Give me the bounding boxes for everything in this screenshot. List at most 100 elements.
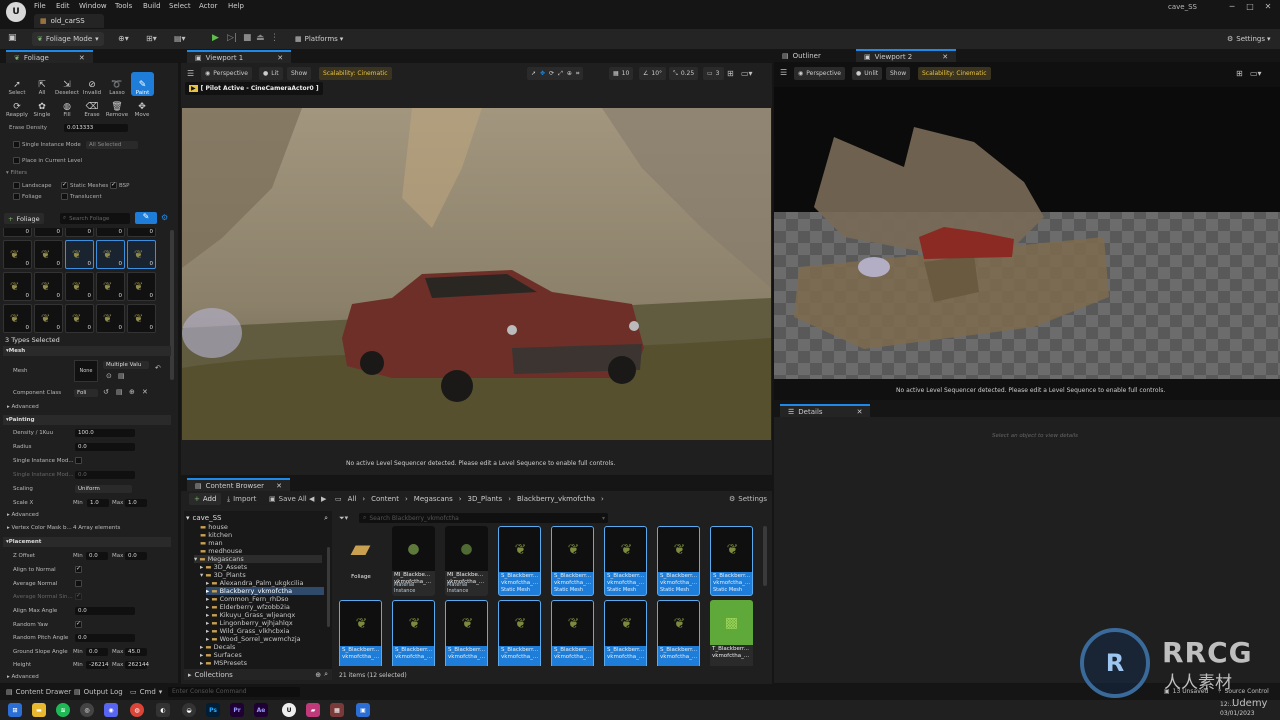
folder-icon[interactable]: ▤ [116, 388, 123, 396]
tree-folder[interactable]: ▸ ▬ Lingonberry_wjhjahlqx [206, 619, 293, 627]
tree-folder[interactable]: ▸ ▬ Alexandra_Palm_ukgkcilia [206, 579, 303, 587]
breadcrumb-3d-plants[interactable]: 3D_Plants [468, 495, 503, 503]
erase-density-input[interactable]: 0.013333 [64, 124, 128, 132]
foliage-tile-selected[interactable]: ❦ 0 [65, 240, 94, 269]
asset-tile-selected[interactable]: ❦ S_Blackberr... vkmofctha_... [551, 600, 594, 666]
perspective-button-2[interactable]: ◉ Perspective [794, 67, 845, 80]
tree-folder[interactable]: ▸ ▬ Common_Fern_rhDso [206, 595, 288, 603]
tree-folder[interactable]: ▬ man [200, 539, 223, 547]
viewport-2-scene[interactable] [774, 87, 1280, 379]
collections-header[interactable]: ▸ Collections ⊕ ⌕ [184, 669, 332, 680]
gear-icon[interactable]: ⚙ [161, 213, 168, 222]
close-tab-icon[interactable]: ✕ [942, 53, 948, 61]
translucent-checkbox[interactable] [61, 193, 68, 200]
foliage-tile[interactable]: ❦ 0 [3, 304, 32, 333]
show-button[interactable]: Show [287, 67, 312, 80]
cmd-dropdown[interactable]: ▭ Cmd ▾ [130, 688, 162, 696]
scale-icon[interactable]: ⤢ [558, 70, 563, 78]
asset-scrollbar[interactable] [763, 526, 767, 586]
foliage-tile[interactable]: ❦ 0 [96, 272, 125, 301]
search-icon[interactable]: ⌕ [324, 514, 328, 523]
tree-folder[interactable]: ▸ ▬ MSPresets [200, 659, 247, 667]
scale-x-max-input[interactable]: 1.0 [125, 499, 147, 507]
tree-folder[interactable]: ▾ ▬ Megascans [194, 555, 322, 563]
tree-folder[interactable]: ▸ ▬ Wild_Grass_vlkhcbxia [206, 627, 289, 635]
close-icon[interactable]: ✕ [1261, 2, 1275, 12]
asset-tile-selected[interactable]: ❦ S_Blackberr... vkmofctha_... [339, 600, 382, 666]
menu-actor[interactable]: Actor [199, 2, 217, 10]
history-back-icon[interactable]: ◀ [309, 495, 314, 503]
z-offset-min-input[interactable]: 0.0 [86, 552, 108, 560]
add-actor-icon[interactable]: ⊕▾ [118, 34, 129, 43]
viewport-1-tab[interactable]: ▣ Viewport 1 ✕ [187, 50, 292, 63]
foliage-tile-selected[interactable]: ❦ 0 [127, 240, 156, 269]
viewport-1[interactable]: ▣ Viewport 1 ✕ ☰ ◉ Perspective ● Lit Show … [181, 50, 772, 475]
tool-move[interactable]: ✥ Move [131, 96, 153, 118]
advanced-section-3[interactable]: ▸ Advanced [7, 674, 39, 680]
next-frame-icon[interactable]: ▷| [227, 33, 237, 43]
save-icon[interactable]: ▣ [8, 33, 17, 43]
spotify-icon[interactable]: ≋ [56, 703, 70, 717]
scale-snap[interactable]: ⤡ 0.25 [669, 67, 699, 80]
foliage-tile[interactable]: ❦ 0 [65, 304, 94, 333]
foliage-tile[interactable]: 0 [34, 228, 63, 237]
average-normal-checkbox[interactable] [75, 580, 82, 587]
file-explorer-icon[interactable]: ▬ [32, 703, 46, 717]
asset-tile-selected[interactable]: ❦ S_Blackberr... vkmofctha_... [604, 600, 647, 666]
foliage-tile[interactable]: 0 [65, 228, 94, 237]
ground-slope-min-input[interactable]: 0.0 [86, 648, 108, 656]
tool-reapply[interactable]: ⟳ Reapply [6, 96, 28, 118]
menu-window[interactable]: Window [79, 2, 107, 10]
app-icon[interactable]: ◎ [80, 703, 94, 717]
play-icon[interactable]: ▶ [212, 33, 219, 43]
asset-tile-selected[interactable]: ❦ S_Blackberr... vkmofctha_... Static Mesh [657, 526, 700, 596]
advanced-section[interactable]: ▸ Advanced [7, 404, 39, 410]
static-meshes-checkbox[interactable] [61, 181, 68, 189]
asset-tile-selected[interactable]: ❦ S_Blackberr... vkmofctha_... [392, 600, 435, 666]
tool-all[interactable]: ⇱ All [31, 74, 53, 96]
close-tab-icon[interactable]: ✕ [79, 54, 85, 62]
reset-icon[interactable]: ↶ [155, 364, 161, 372]
tree-folder[interactable]: ▬ medhouse [200, 547, 242, 555]
foliage-tile[interactable]: ❦ 0 [34, 304, 63, 333]
blueprint-icon[interactable]: ⊞▾ [146, 34, 157, 43]
align-max-angle-input[interactable]: 0.0 [75, 607, 135, 615]
tool-paint[interactable]: ✎ Paint [131, 72, 154, 96]
photoshop-icon[interactable]: Ps [206, 703, 220, 717]
viewport-1-scene[interactable] [182, 108, 771, 440]
bsp-checkbox[interactable] [110, 181, 117, 189]
after-effects-icon[interactable]: Ae [254, 703, 268, 717]
foliage-filter-checkbox[interactable] [13, 193, 20, 200]
place-in-level-checkbox[interactable] [13, 157, 20, 164]
menu-build[interactable]: Build [143, 2, 161, 10]
folder-icon[interactable]: ▤ [118, 372, 125, 380]
asset-tile-selected[interactable]: ❦ S_Blackberr... vkmofctha_... [498, 600, 541, 666]
foliage-tile[interactable]: ❦ 0 [34, 272, 63, 301]
tool-fill[interactable]: ◍ Fill [56, 96, 78, 118]
tool-remove[interactable]: 🗑 Remove [106, 96, 128, 118]
app-icon[interactable]: ▦ [330, 703, 344, 717]
tree-folder[interactable]: ▸ ▬ Surfaces [200, 651, 242, 659]
reset-arrow-icon[interactable]: ↺ [103, 388, 109, 396]
foliage-search-input[interactable]: ⌕ Search Foliage [60, 213, 130, 224]
save-all-button[interactable]: ▣ Save All [269, 493, 307, 505]
app-icon[interactable]: ▣ [356, 703, 370, 717]
discord-icon[interactable]: ◉ [104, 703, 118, 717]
radius-input[interactable]: 0.0 [75, 443, 135, 451]
hamburger-icon[interactable]: ☰ [780, 68, 787, 77]
height-min-input[interactable]: -26214 [86, 661, 108, 669]
single-instance-mode-checkbox[interactable] [75, 457, 82, 464]
pilot-indicator[interactable]: ▶[ Pilot Active - CineCameraActor0 ] [185, 82, 323, 95]
tree-folder[interactable]: ▸ ▬ Wood_Sorrel_wcwmchzja [206, 635, 301, 643]
close-tab-icon[interactable]: ✕ [277, 54, 283, 62]
foliage-tile[interactable]: ❦ 0 [127, 272, 156, 301]
tool-lasso[interactable]: ➰ Lasso [106, 74, 128, 96]
rotate-icon[interactable]: ⟳ [549, 70, 554, 77]
perspective-button[interactable]: ◉ Perspective [201, 67, 252, 80]
close-tab-icon[interactable]: ✕ [857, 408, 863, 416]
menu-tools[interactable]: Tools [115, 2, 132, 10]
windows-start-icon[interactable]: ⊞ [8, 703, 22, 717]
asset-tile-selected[interactable]: ❦ S_Blackberr... vkmofctha_... Static Mesh [710, 526, 753, 596]
platforms-dropdown[interactable]: ▦ Platforms ▾ [290, 32, 348, 46]
z-offset-max-input[interactable]: 0.0 [125, 552, 147, 560]
